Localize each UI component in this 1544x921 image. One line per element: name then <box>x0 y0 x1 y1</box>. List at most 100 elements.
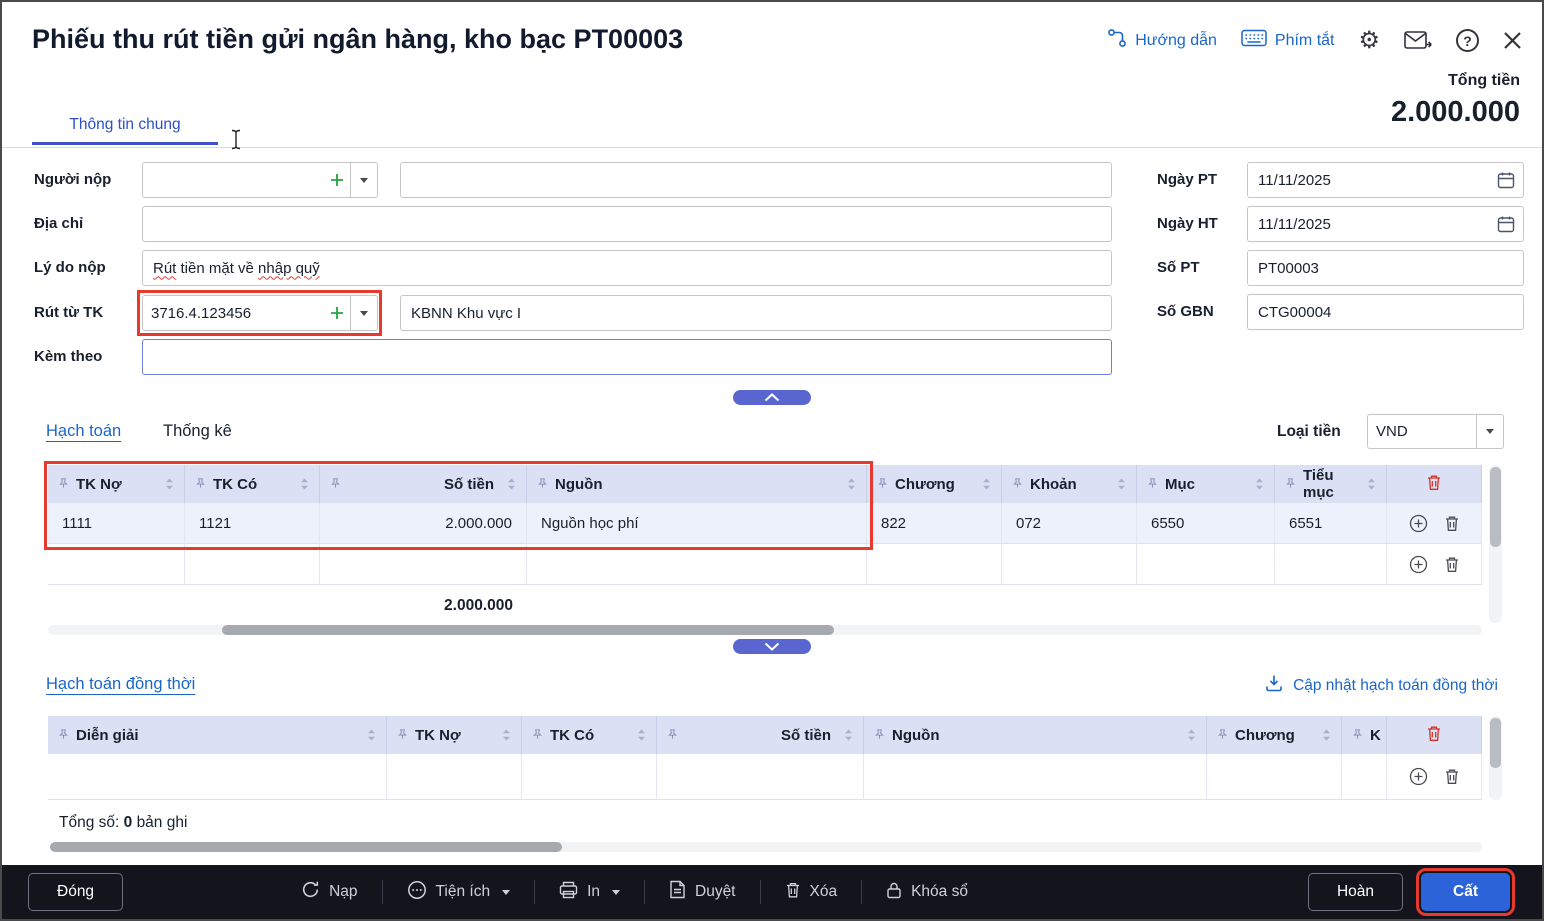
tab-general-info[interactable]: Thông tin chung <box>32 108 218 145</box>
delete-row-icon[interactable] <box>1444 556 1460 573</box>
help-question-icon[interactable]: ? <box>1456 29 1479 52</box>
column-header-tk-co[interactable]: TK Có <box>522 716 657 754</box>
close-icon[interactable] <box>1503 31 1522 50</box>
gbn-no-input[interactable] <box>1247 294 1524 330</box>
calendar-icon[interactable] <box>1497 171 1515 189</box>
sort-icon[interactable] <box>300 478 309 490</box>
column-header-tieu-muc[interactable]: Tiểu mục <box>1275 465 1387 503</box>
column-header-truncated[interactable]: K <box>1342 716 1387 754</box>
add-payer-icon[interactable] <box>329 172 345 188</box>
pin-icon[interactable] <box>1012 476 1023 493</box>
delete-button[interactable]: Xóa <box>785 881 838 904</box>
delete-column-icon[interactable] <box>1426 725 1442 746</box>
undo-button[interactable]: Hoàn <box>1308 873 1403 911</box>
sort-icon[interactable] <box>637 729 646 741</box>
cell-so-tien[interactable]: 2.000.000 <box>320 503 527 544</box>
column-header-chuong[interactable]: Chương <box>1207 716 1342 754</box>
column-header-tk-no[interactable]: TK Nợ <box>48 465 185 503</box>
pin-icon[interactable] <box>58 476 69 493</box>
lock-book-button[interactable]: Khóa sổ <box>886 881 968 904</box>
add-row-icon[interactable] <box>1409 767 1428 786</box>
scrollbar-thumb[interactable] <box>1490 467 1501 547</box>
pin-icon[interactable] <box>532 727 543 744</box>
vertical-scrollbar[interactable] <box>1489 465 1502 623</box>
table-row-empty[interactable] <box>48 544 1482 585</box>
subtab-accounting[interactable]: Hạch toán <box>46 422 121 441</box>
withdraw-account-combo[interactable] <box>142 295 378 331</box>
sort-icon[interactable] <box>1117 478 1126 490</box>
horizontal-scrollbar[interactable] <box>50 842 1482 852</box>
sort-icon[interactable] <box>844 729 853 741</box>
scrollbar-thumb[interactable] <box>1490 718 1501 768</box>
sort-icon[interactable] <box>847 478 856 490</box>
column-header-tk-co[interactable]: TK Có <box>185 465 320 503</box>
sort-icon[interactable] <box>502 729 511 741</box>
delete-row-icon[interactable] <box>1444 768 1460 785</box>
payer-code-input[interactable] <box>143 172 329 189</box>
table-row-empty[interactable] <box>48 754 1482 800</box>
simultaneous-accounting-link[interactable]: Hạch toán đồng thời <box>46 675 195 694</box>
cell-tk-co[interactable]: 1121 <box>185 503 320 544</box>
cell-muc[interactable]: 6550 <box>1137 503 1275 544</box>
column-header-delete[interactable] <box>1387 465 1482 503</box>
horizontal-scrollbar[interactable] <box>48 625 1482 635</box>
delete-column-icon[interactable] <box>1426 474 1442 495</box>
receipt-no-input[interactable] <box>1247 250 1524 286</box>
shortcuts-link[interactable]: Phím tắt <box>1241 29 1335 52</box>
sort-icon[interactable] <box>367 729 376 741</box>
receipt-date-input[interactable] <box>1248 172 1497 189</box>
collapse-form-button[interactable] <box>733 390 811 405</box>
column-header-so-tien[interactable]: Số tiền <box>320 465 527 503</box>
pin-icon[interactable] <box>58 727 69 744</box>
withdraw-account-name-input[interactable] <box>400 295 1112 331</box>
mail-feedback-icon[interactable] <box>1404 30 1432 51</box>
close-button[interactable]: Đóng <box>28 873 123 911</box>
cell-khoan[interactable]: 072 <box>1002 503 1137 544</box>
save-button[interactable]: Cất <box>1421 873 1510 911</box>
column-header-chuong[interactable]: Chương <box>867 465 1002 503</box>
payer-name-input[interactable] <box>400 162 1112 198</box>
pin-icon[interactable] <box>537 476 548 493</box>
pin-icon[interactable] <box>1352 727 1363 744</box>
column-header-khoan[interactable]: Khoản <box>1002 465 1137 503</box>
calendar-icon[interactable] <box>1497 215 1515 233</box>
pin-icon[interactable] <box>1217 727 1228 744</box>
payer-combo[interactable] <box>142 162 378 198</box>
cell-tieu-muc[interactable]: 6551 <box>1275 503 1387 544</box>
pin-icon[interactable] <box>195 476 206 493</box>
add-row-icon[interactable] <box>1409 514 1428 533</box>
utilities-button[interactable]: Tiện ích <box>407 880 511 905</box>
sort-icon[interactable] <box>1187 729 1196 741</box>
address-input[interactable] <box>142 206 1112 242</box>
sort-icon[interactable] <box>1255 478 1264 490</box>
cell-nguon[interactable]: Nguồn học phí <box>527 503 867 544</box>
reload-button[interactable]: Nạp <box>301 880 357 904</box>
settings-gear-icon[interactable]: ⚙ <box>1358 29 1380 53</box>
subtab-statistics[interactable]: Thống kê <box>163 422 232 441</box>
update-simultaneous-link[interactable]: Cập nhật hạch toán đồng thời <box>1264 673 1498 698</box>
currency-select[interactable] <box>1367 414 1504 449</box>
sort-icon[interactable] <box>1367 478 1376 490</box>
attachment-input[interactable] <box>142 339 1112 375</box>
pin-icon[interactable] <box>874 727 885 744</box>
pin-icon[interactable] <box>1285 476 1296 493</box>
delete-row-icon[interactable] <box>1444 515 1460 532</box>
sort-icon[interactable] <box>982 478 991 490</box>
payer-dropdown-button[interactable] <box>350 163 377 197</box>
scrollbar-thumb[interactable] <box>222 625 834 635</box>
help-guide-link[interactable]: Hướng dẫn <box>1107 28 1217 53</box>
posting-date-field[interactable] <box>1247 206 1524 242</box>
sort-icon[interactable] <box>165 478 174 490</box>
approve-button[interactable]: Duyệt <box>669 880 736 904</box>
posting-date-input[interactable] <box>1248 216 1497 233</box>
sort-icon[interactable] <box>1322 729 1331 741</box>
pin-icon[interactable] <box>667 727 678 744</box>
cell-tk-no[interactable]: 1111 <box>48 503 185 544</box>
add-row-icon[interactable] <box>1409 555 1428 574</box>
column-header-so-tien[interactable]: Số tiền <box>657 716 864 754</box>
pin-icon[interactable] <box>1147 476 1158 493</box>
withdraw-account-dropdown-button[interactable] <box>350 296 377 330</box>
column-header-nguon[interactable]: Nguồn <box>527 465 867 503</box>
pin-icon[interactable] <box>330 476 341 493</box>
expand-section-button[interactable] <box>733 639 811 654</box>
